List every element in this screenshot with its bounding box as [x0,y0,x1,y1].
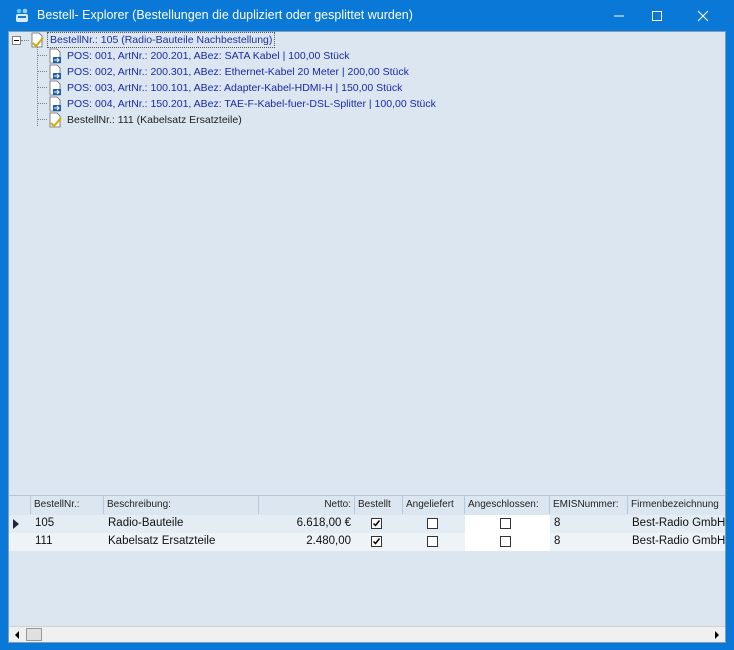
app-icon [16,8,28,22]
tree-connector [37,87,47,88]
column-bestellnr[interactable]: BestellNr.: [31,496,104,514]
tree-node-label: BestellNr.: 111 (Kabelsatz Ersatzteile) [67,114,242,126]
arrow-right-icon [715,631,719,639]
angeschlossen-checkbox[interactable] [500,536,511,547]
position-document-icon [49,48,61,64]
angeschlossen-checkbox[interactable] [500,518,511,529]
cell-firmenbezeichnung[interactable]: Best-Radio GmbH [628,533,725,551]
window: Bestell- Explorer (Bestellungen die dupl… [0,0,734,650]
grid-header: BestellNr.: Beschreibung: Netto: Bestell… [9,496,725,514]
tree-node-order-111[interactable]: BestellNr.: 111 (Kabelsatz Ersatzteile) [47,112,244,128]
window-title: Bestell- Explorer (Bestellungen die dupl… [37,8,413,22]
scroll-left-button[interactable] [9,627,25,642]
column-angeliefert[interactable]: Angeliefert [403,496,465,514]
tree-node-label: BestellNr.: 105 (Radio-Bauteile Nachbest… [47,32,276,48]
angeliefert-checkbox[interactable] [427,536,438,547]
cell-beschreibung[interactable]: Radio-Bauteile [104,515,259,533]
column-bestellt[interactable]: Bestellt [355,496,403,514]
table-row[interactable]: 111 Kabelsatz Ersatzteile 2.480,00 8 Bes… [9,533,725,551]
cell-netto[interactable]: 6.618,00 € [259,515,355,533]
tree-connector [37,71,47,72]
tree-node-order-105[interactable]: BestellNr.: 105 (Radio-Bauteile Nachbest… [29,32,276,48]
position-document-icon [49,96,61,112]
maximize-button[interactable] [634,0,680,31]
tree-node-position[interactable]: POS: 001, ArtNr.: 200.201, ABez: SATA Ka… [47,48,352,64]
order-grid[interactable]: BestellNr.: Beschreibung: Netto: Bestell… [9,495,725,627]
column-firmenbezeichnung[interactable]: Firmenbezeichnung [628,496,725,514]
content-area: BestellNr.: 105 (Radio-Bauteile Nachbest… [8,31,726,643]
collapse-toggle[interactable] [12,36,21,45]
tree-node-position[interactable]: POS: 003, ArtNr.: 100.101, ABez: Adapter… [47,80,404,96]
scrollbar-thumb[interactable] [26,628,42,641]
tree-connector [37,119,47,120]
position-document-icon [49,80,61,96]
tree-connector [37,46,38,126]
close-icon [697,10,709,21]
column-beschreibung[interactable]: Beschreibung: [104,496,259,514]
tree-node-position[interactable]: POS: 004, ArtNr.: 150.201, ABez: TAE-F-K… [47,96,438,112]
tree-node-position[interactable]: POS: 002, ArtNr.: 200.301, ABez: Etherne… [47,64,411,80]
tree-connector [21,40,29,41]
scroll-right-button[interactable] [709,627,725,642]
maximize-icon [652,10,662,21]
tree-node-label: POS: 004, ArtNr.: 150.201, ABez: TAE-F-K… [67,98,436,110]
order-document-icon [49,112,62,128]
tree-node-label: POS: 002, ArtNr.: 200.301, ABez: Etherne… [67,66,409,78]
column-netto[interactable]: Netto: [259,496,355,514]
tree-connector [37,55,47,56]
current-row-indicator-icon [13,519,19,529]
order-document-icon [31,32,44,48]
checkmark-icon [372,520,381,527]
column-emisnummer[interactable]: EMISNummer: [550,496,628,514]
bestellt-checkbox[interactable] [371,536,382,547]
bestellt-checkbox[interactable] [371,518,382,529]
column-angeschlossen[interactable]: Angeschlossen: [465,496,550,514]
checkmark-icon [372,538,381,545]
minimize-icon [614,15,624,16]
angeliefert-checkbox[interactable] [427,518,438,529]
table-row[interactable]: 105 Radio-Bauteile 6.618,00 € 8 Best-Rad… [9,515,725,533]
cell-bestellnr[interactable]: 105 [31,515,104,533]
title-bar[interactable]: Bestell- Explorer (Bestellungen die dupl… [0,0,734,31]
tree-node-label: POS: 003, ArtNr.: 100.101, ABez: Adapter… [67,82,403,94]
row-header-column [9,496,31,514]
position-document-icon [49,64,61,80]
horizontal-scrollbar[interactable] [9,626,725,642]
cell-beschreibung[interactable]: Kabelsatz Ersatzteile [104,533,259,551]
arrow-left-icon [15,631,19,639]
tree-node-label: POS: 001, ArtNr.: 200.201, ABez: SATA Ka… [67,50,350,62]
tree-connector [37,103,47,104]
order-tree[interactable]: BestellNr.: 105 (Radio-Bauteile Nachbest… [9,32,725,492]
cell-firmenbezeichnung[interactable]: Best-Radio GmbH [628,515,725,533]
cell-bestellnr[interactable]: 111 [31,533,104,551]
close-button[interactable] [680,0,726,31]
cell-emisnummer[interactable]: 8 [550,515,628,533]
cell-netto[interactable]: 2.480,00 [259,533,355,551]
cell-emisnummer[interactable]: 8 [550,533,628,551]
